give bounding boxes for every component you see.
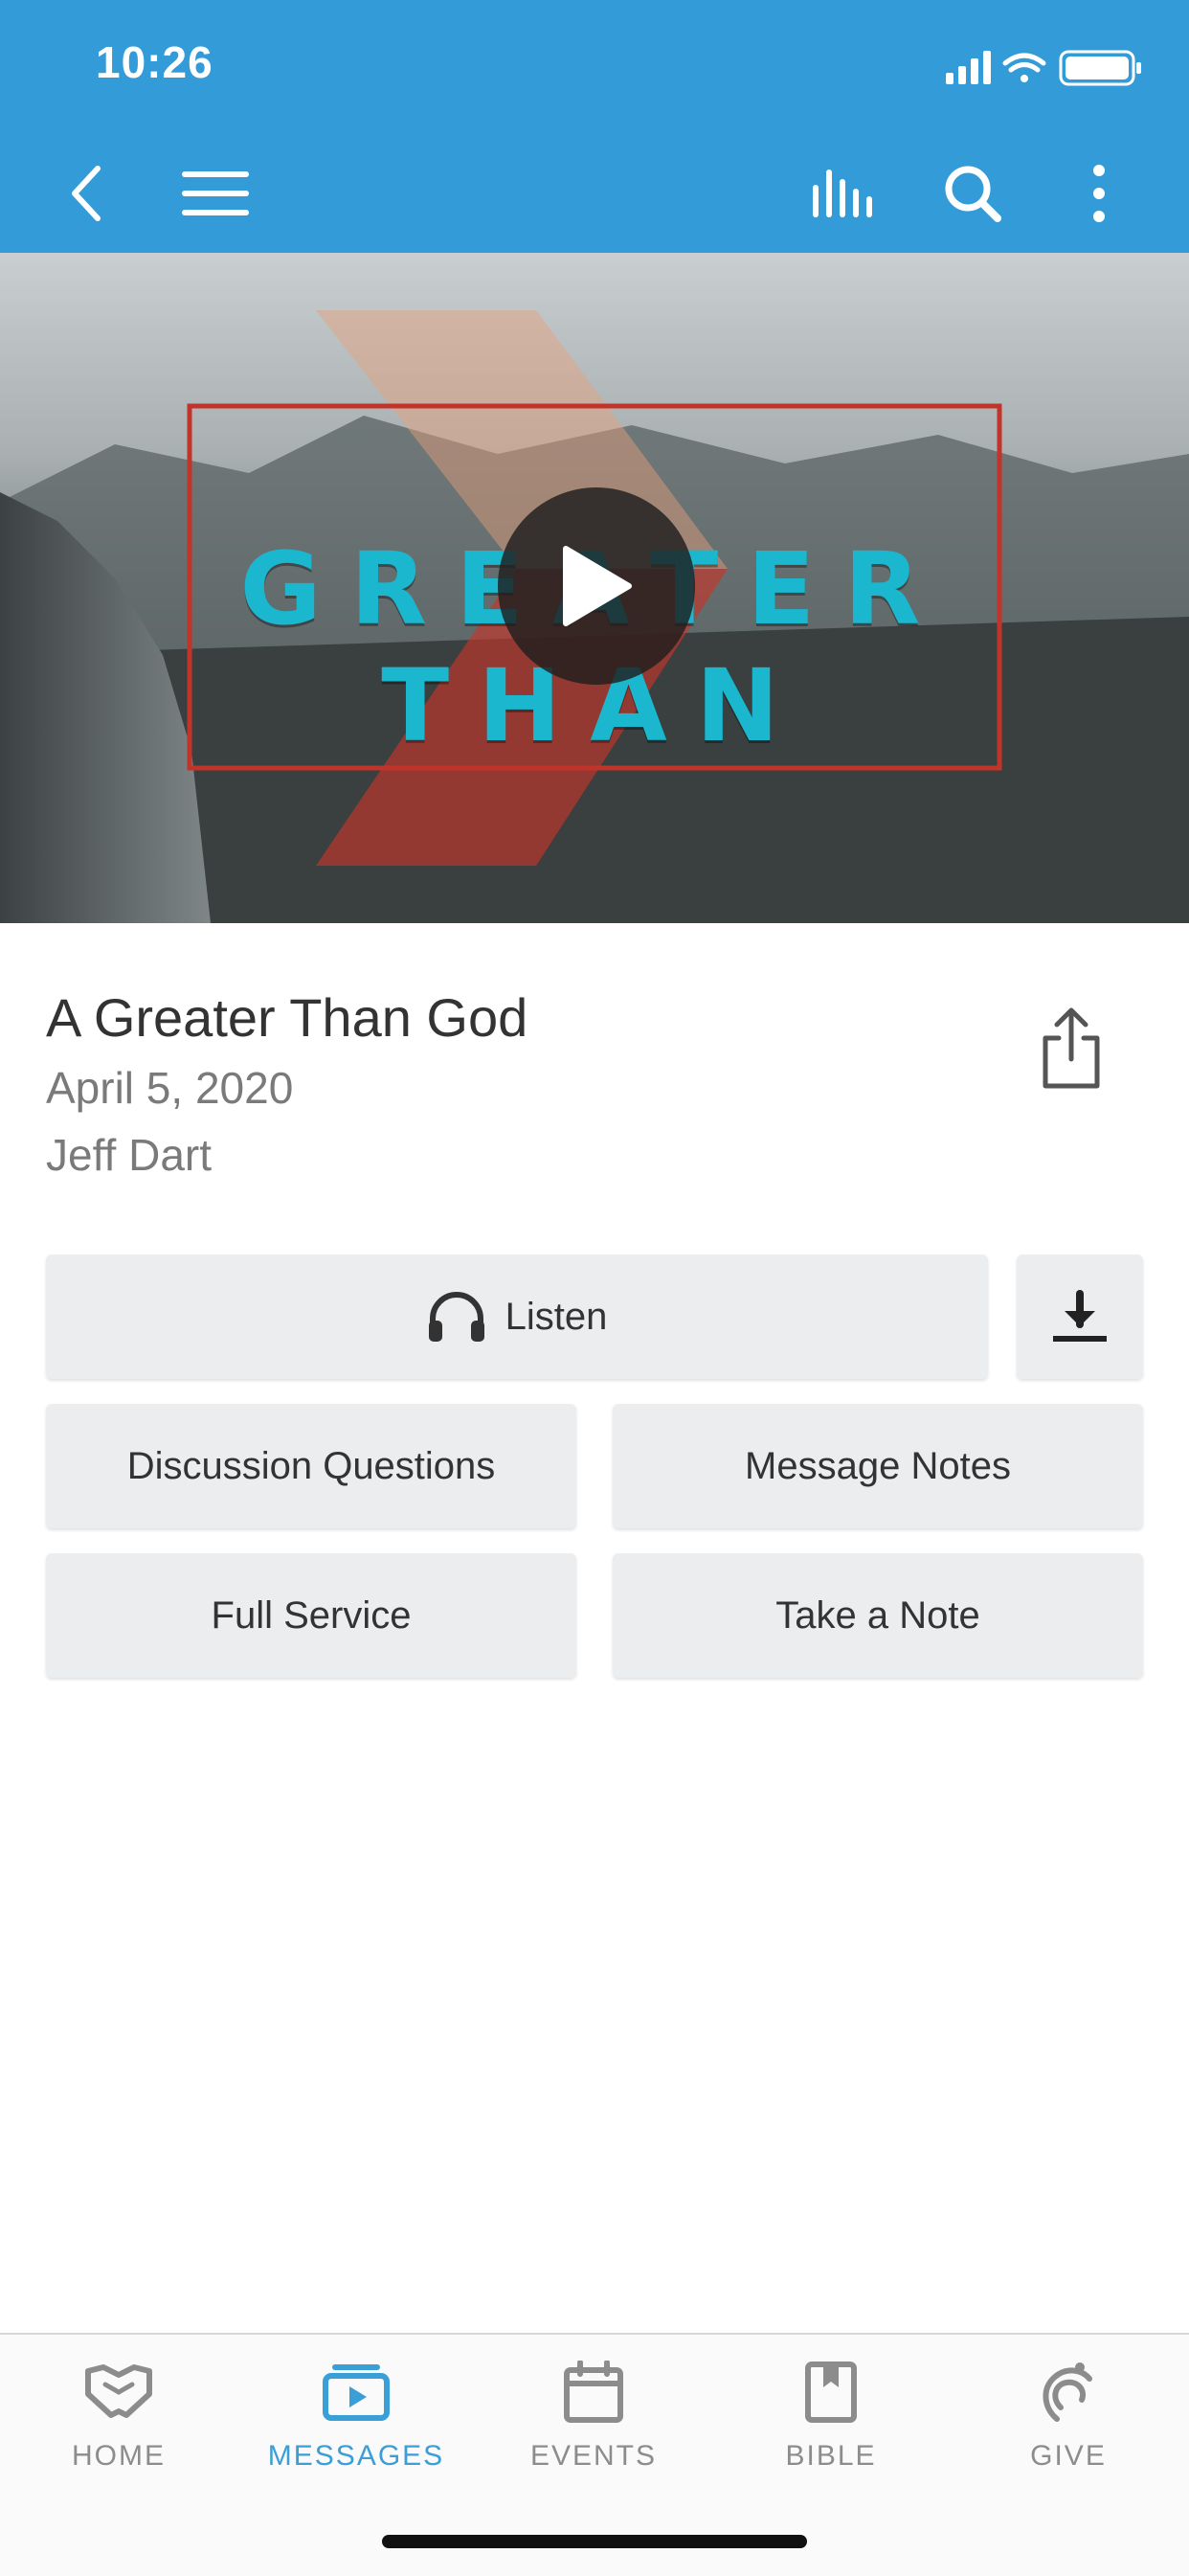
back-button[interactable] — [57, 134, 115, 253]
discussion-questions-button[interactable]: Discussion Questions — [46, 1404, 576, 1528]
full-service-button[interactable]: Full Service — [46, 1553, 576, 1678]
download-icon — [1053, 1290, 1107, 1342]
take-a-note-button[interactable]: Take a Note — [613, 1553, 1143, 1678]
listen-button[interactable]: Listen — [46, 1254, 988, 1379]
message-notes-label: Message Notes — [745, 1444, 1011, 1487]
message-speaker: Jeff Dart — [46, 1130, 212, 1180]
play-icon — [563, 546, 632, 626]
signal-icon — [946, 51, 991, 84]
wifi-icon — [1002, 53, 1046, 82]
full-service-label: Full Service — [211, 1593, 412, 1637]
search-icon — [945, 166, 1001, 222]
status-time: 10:26 — [96, 37, 213, 87]
calendar-icon — [555, 2354, 632, 2430]
tab-home-label: HOME — [72, 2440, 166, 2472]
tab-events[interactable]: EVENTS — [475, 2354, 712, 2507]
tab-give[interactable]: GIVE — [950, 2354, 1187, 2507]
tab-give-label: GIVE — [1030, 2440, 1107, 2472]
status-bar: 10:26 — [0, 0, 1189, 134]
play-button[interactable] — [498, 487, 695, 685]
headphones-icon — [428, 1292, 484, 1342]
share-button[interactable] — [1038, 1006, 1105, 1092]
download-button[interactable] — [1017, 1254, 1143, 1379]
message-notes-button[interactable]: Message Notes — [613, 1404, 1143, 1528]
tab-events-label: EVENTS — [529, 2440, 658, 2472]
message-date: April 5, 2020 — [46, 1063, 294, 1113]
vertical-dots-icon — [1093, 165, 1105, 222]
chevron-left-icon — [72, 166, 101, 221]
tab-messages-label: MESSAGES — [267, 2440, 445, 2472]
share-icon — [1043, 1007, 1100, 1089]
battery-icon — [1059, 50, 1141, 86]
video-play-icon — [318, 2354, 394, 2430]
handshake-icon — [80, 2354, 157, 2430]
book-icon — [793, 2354, 869, 2430]
message-info: A Greater Than God April 5, 2020 Jeff Da… — [46, 986, 1143, 1196]
give-icon — [1030, 2354, 1107, 2430]
video-player[interactable]: GREATER THAN — [0, 253, 1189, 923]
tab-home[interactable]: HOME — [0, 2354, 237, 2507]
take-a-note-label: Take a Note — [775, 1593, 980, 1637]
listen-label: Listen — [505, 1295, 608, 1338]
message-title: A Greater Than God — [46, 987, 528, 1048]
menu-button[interactable] — [182, 134, 249, 253]
status-icons — [946, 50, 1141, 86]
equalizer-icon — [813, 169, 872, 217]
nav-bar — [0, 134, 1189, 253]
home-indicator[interactable] — [382, 2535, 807, 2548]
more-button[interactable] — [1082, 134, 1116, 253]
tab-bible-label: BIBLE — [785, 2440, 877, 2472]
audio-button[interactable] — [810, 134, 879, 253]
hamburger-icon — [182, 171, 249, 215]
discussion-questions-label: Discussion Questions — [126, 1444, 496, 1487]
tab-bible[interactable]: BIBLE — [712, 2354, 950, 2507]
tab-messages[interactable]: MESSAGES — [237, 2354, 475, 2507]
search-button[interactable] — [942, 134, 1003, 253]
